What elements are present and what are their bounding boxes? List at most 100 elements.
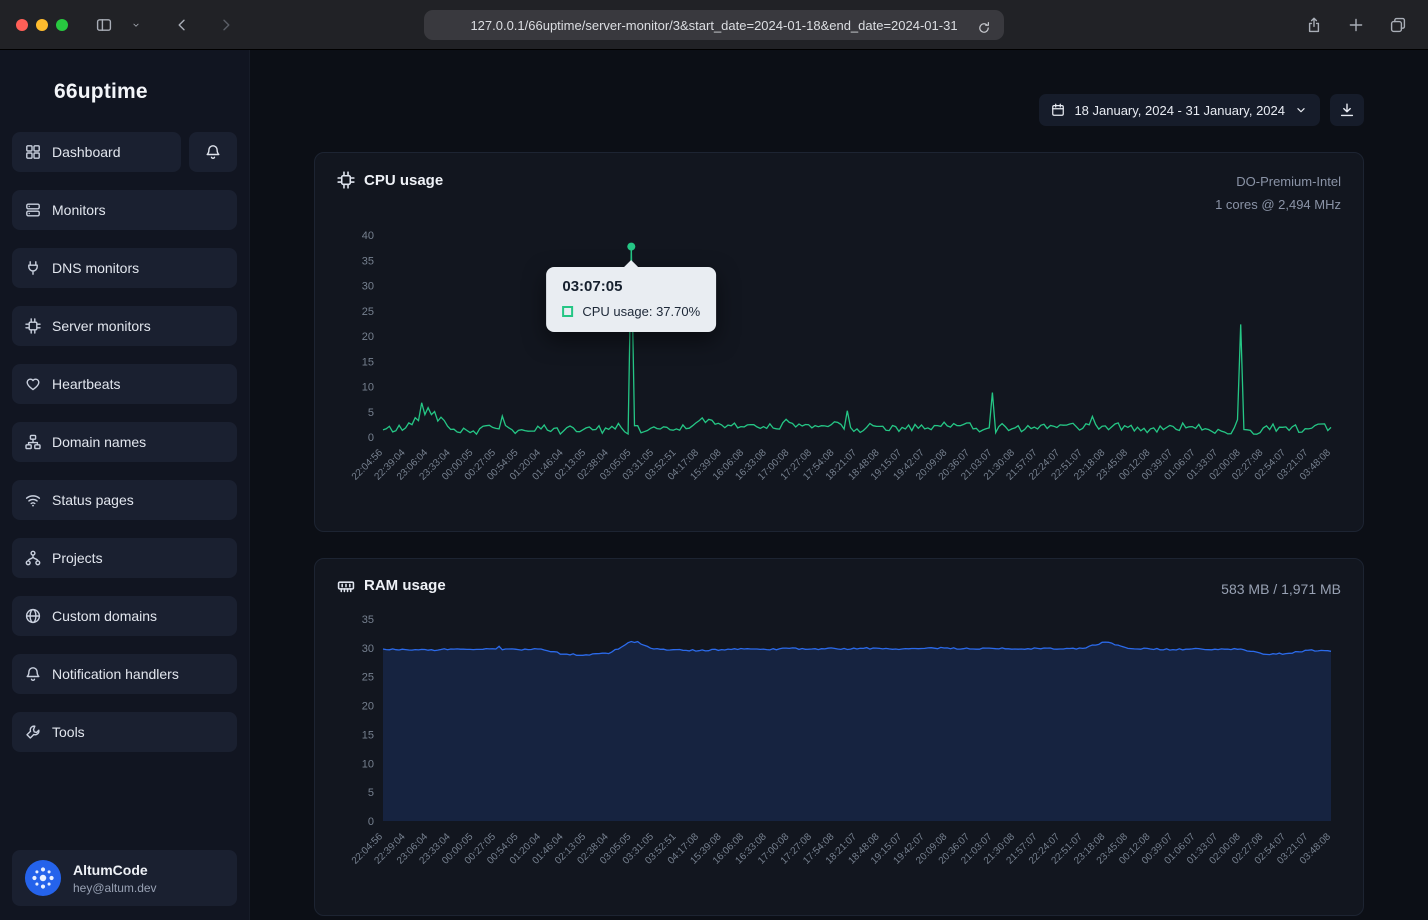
ram-usage-card: RAM usage 583 MB / 1,971 MB 051015202530… [314, 558, 1364, 917]
bell-icon [205, 144, 221, 160]
chevron-left-icon [174, 17, 190, 33]
sidebar-item-label: Status pages [52, 492, 134, 508]
chart-tooltip: 03:07:05 CPU usage: 37.70% [546, 267, 716, 332]
cpu-icon [337, 171, 355, 189]
sidebar-item-label: Dashboard [52, 144, 121, 160]
tab-group-caret-button[interactable] [122, 11, 150, 39]
svg-text:15: 15 [362, 356, 374, 368]
tabs-icon [1390, 17, 1406, 33]
svg-text:40: 40 [362, 230, 374, 242]
sidebar-nav: Dashboard Monitors DNS monitors Server moni… [12, 132, 237, 770]
page-toolbar: 18 January, 2024 - 31 January, 2024 [314, 94, 1364, 126]
sidebar-item-heartbeats[interactable]: Heartbeats [12, 364, 237, 404]
show-tabs-button[interactable] [1384, 11, 1412, 39]
address-bar[interactable]: 127.0.0.1/66uptime/server-monitor/3&star… [424, 10, 1004, 40]
sidebar-item-label: Heartbeats [52, 376, 120, 392]
branch-icon [25, 550, 41, 566]
svg-text:20: 20 [362, 331, 374, 343]
heart-icon [25, 376, 41, 392]
ram-usage-value: 583 MB / 1,971 MB [1221, 577, 1341, 602]
ram-chart-area[interactable]: 0510152025303522:04:5622:39:0423:06:0423… [337, 605, 1341, 905]
sidebar-item-label: Domain names [52, 434, 146, 450]
account-name: AltumCode [73, 862, 157, 878]
sidebar-item-server-monitors[interactable]: Server monitors [12, 306, 237, 346]
app-shell: 66uptime Dashboard Monitors DNS monitors Se… [0, 50, 1428, 920]
reload-icon [977, 21, 991, 35]
sidebar-item-domain-names[interactable]: Domain names [12, 422, 237, 462]
sidebar-item-monitors[interactable]: Monitors [12, 190, 237, 230]
zoom-window-button[interactable] [56, 19, 68, 31]
ram-chart: 0510152025303522:04:5622:39:0423:06:0423… [337, 605, 1341, 905]
svg-text:5: 5 [368, 406, 374, 418]
sidebar-item-label: Tools [52, 724, 85, 740]
new-tab-button[interactable] [1342, 11, 1370, 39]
download-icon [1339, 102, 1355, 118]
close-window-button[interactable] [16, 19, 28, 31]
chip-icon [25, 318, 41, 334]
svg-text:5: 5 [368, 787, 374, 799]
svg-text:10: 10 [362, 758, 374, 770]
sidebar-item-dashboard[interactable]: Dashboard [12, 132, 181, 172]
plug-icon [25, 260, 41, 276]
bell-icon [25, 666, 41, 682]
svg-text:30: 30 [362, 280, 374, 292]
ram-icon [337, 577, 355, 595]
browser-titlebar: 127.0.0.1/66uptime/server-monitor/3&star… [0, 0, 1428, 50]
sitemap-icon [25, 434, 41, 450]
sidebar-toggle-icon [96, 17, 112, 33]
back-button[interactable] [168, 11, 196, 39]
sidebar-item-projects[interactable]: Projects [12, 538, 237, 578]
svg-text:25: 25 [362, 672, 374, 684]
date-range-button[interactable]: 18 January, 2024 - 31 January, 2024 [1039, 94, 1320, 126]
tooltip-time: 03:07:05 [562, 278, 700, 295]
server-spec: 1 cores @ 2,494 MHz [1215, 194, 1341, 217]
sidebar-item-label: Server monitors [52, 318, 151, 334]
sidebar-toggle-button[interactable] [90, 11, 118, 39]
ram-card-title: RAM usage [364, 577, 446, 594]
export-button[interactable] [1330, 94, 1364, 126]
account-card[interactable]: AltumCode hey@altum.dev [12, 850, 237, 906]
svg-text:20: 20 [362, 701, 374, 713]
cpu-chart-area[interactable]: 051015202530354022:04:5622:39:0423:06:04… [337, 221, 1341, 521]
cpu-card-title: CPU usage [364, 172, 443, 189]
sidebar: 66uptime Dashboard Monitors DNS monitors Se… [0, 50, 250, 920]
share-icon [1306, 17, 1322, 33]
grid-icon [25, 144, 41, 160]
minimize-window-button[interactable] [36, 19, 48, 31]
sidebar-item-label: Projects [52, 550, 103, 566]
account-email: hey@altum.dev [73, 881, 157, 895]
cpu-chart: 051015202530354022:04:5622:39:0423:06:04… [337, 221, 1341, 521]
svg-text:0: 0 [368, 816, 374, 828]
sidebar-item-label: Notification handlers [52, 666, 179, 682]
url-text: 127.0.0.1/66uptime/server-monitor/3&star… [470, 18, 957, 33]
sidebar-item-label: DNS monitors [52, 260, 139, 276]
wifi-icon [25, 492, 41, 508]
sidebar-item-notification-handlers[interactable]: Notification handlers [12, 654, 237, 694]
monitors-icon [25, 202, 41, 218]
sidebar-item-label: Custom domains [52, 608, 157, 624]
cpu-usage-card: CPU usage DO-Premium-Intel 1 cores @ 2,4… [314, 152, 1364, 532]
globe-icon [25, 608, 41, 624]
sidebar-item-tools[interactable]: Tools [12, 712, 237, 752]
sidebar-item-dns-monitors[interactable]: DNS monitors [12, 248, 237, 288]
sidebar-item-status-pages[interactable]: Status pages [12, 480, 237, 520]
altumcode-logo [24, 859, 62, 897]
main-content: 18 January, 2024 - 31 January, 2024 CPU … [250, 50, 1428, 920]
svg-text:25: 25 [362, 305, 374, 317]
svg-text:35: 35 [362, 255, 374, 267]
share-button[interactable] [1300, 11, 1328, 39]
notifications-button[interactable] [189, 132, 237, 172]
svg-text:0: 0 [368, 432, 374, 444]
chevron-right-icon [218, 17, 234, 33]
reload-button[interactable] [970, 14, 998, 42]
sidebar-item-custom-domains[interactable]: Custom domains [12, 596, 237, 636]
caret-down-icon [1294, 103, 1308, 117]
svg-text:35: 35 [362, 614, 374, 626]
forward-button[interactable] [212, 11, 240, 39]
svg-text:10: 10 [362, 381, 374, 393]
date-range-label: 18 January, 2024 - 31 January, 2024 [1074, 103, 1285, 118]
tooltip-series-swatch [562, 306, 573, 317]
plus-icon [1348, 17, 1364, 33]
wrench-icon [25, 724, 41, 740]
app-logo: 66uptime [12, 50, 237, 132]
